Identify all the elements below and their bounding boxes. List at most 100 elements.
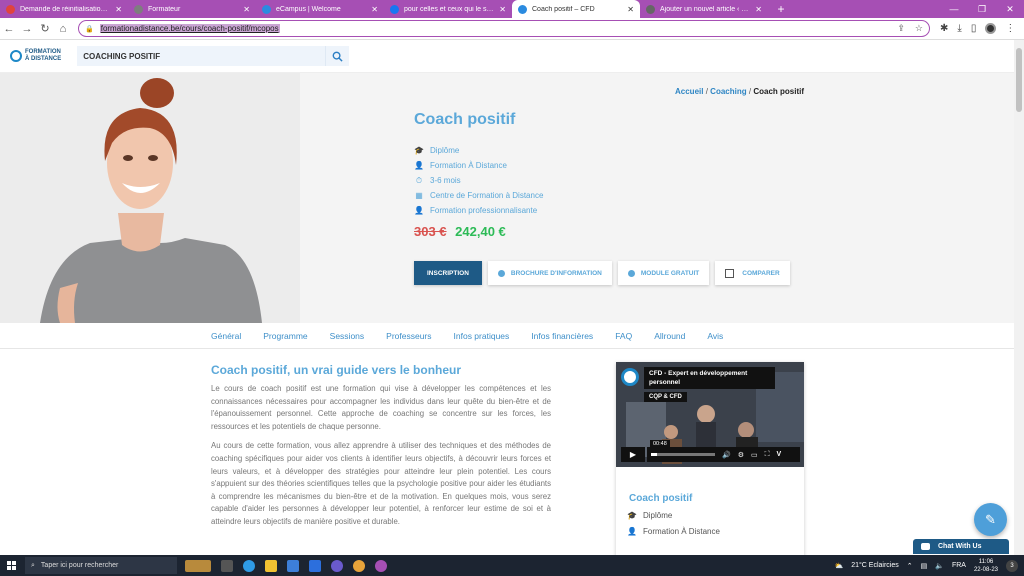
course-meta-text[interactable]: Formation À Distance: [430, 158, 507, 173]
course-tab-link[interactable]: Programme: [263, 331, 307, 341]
compare-button[interactable]: COMPARER: [715, 261, 790, 285]
tab-title: eCampus | Welcome: [276, 5, 341, 13]
course-tab-link[interactable]: Sessions: [330, 331, 365, 341]
card-item-label: Formation À Distance: [643, 527, 720, 536]
back-icon[interactable]: ←: [0, 23, 18, 35]
course-tab-link[interactable]: FAQ: [615, 331, 632, 341]
course-tab-link[interactable]: Allround: [654, 331, 685, 341]
close-tab-icon[interactable]: ✕: [627, 5, 634, 14]
volume-icon[interactable]: 🔊: [722, 451, 731, 459]
content-paragraph-1: Le cours de coach positif est une format…: [211, 384, 551, 431]
download-icon[interactable]: ⤓: [957, 23, 961, 34]
browser-tab[interactable]: Ajouter un nouvel article ‹ Melle ✕: [640, 0, 768, 18]
brochure-button[interactable]: BROCHURE D'INFORMATION: [487, 261, 612, 285]
language-indicator[interactable]: FRA: [952, 562, 966, 569]
course-price: 303 € 242,40 €: [414, 224, 506, 239]
settings-gear-icon[interactable]: ⚙: [738, 451, 744, 459]
search-icon[interactable]: [325, 46, 350, 66]
home-icon[interactable]: ⌂: [54, 23, 72, 35]
mail-icon[interactable]: [287, 559, 299, 572]
chrome-profile-icon[interactable]: [375, 559, 387, 572]
free-module-button[interactable]: MODULE GRATUIT: [617, 261, 710, 285]
reload-icon[interactable]: ↻: [36, 22, 54, 35]
omnibox[interactable]: 🔒 formationadistance.be/cours/coach-posi…: [78, 20, 930, 37]
minimize-button[interactable]: —: [940, 0, 968, 18]
taskbar-news-icon[interactable]: [185, 559, 211, 572]
close-tab-icon[interactable]: ✕: [499, 5, 506, 14]
browser-tab[interactable]: eCampus | Welcome ✕: [256, 0, 384, 18]
weather-icon[interactable]: ⛅: [834, 562, 843, 570]
inscription-button[interactable]: INSCRIPTION: [414, 261, 482, 285]
course-tab-link[interactable]: Professeurs: [386, 331, 431, 341]
play-icon[interactable]: ▶: [621, 447, 645, 462]
taskbar-search-input[interactable]: ⌕ Taper ici pour rechercher: [25, 557, 177, 574]
course-meta-text[interactable]: Diplôme: [430, 143, 459, 158]
course-meta-text[interactable]: 3-6 mois: [430, 173, 461, 188]
course-meta-item: 🎓 Diplôme: [414, 143, 543, 158]
course-meta-list: 🎓 Diplôme 👤 Formation À Distance ⏱ 3-6 mois ▦ C…: [414, 143, 543, 218]
task-view-icon[interactable]: [221, 559, 233, 572]
course-meta-text[interactable]: Formation professionnalisante: [430, 203, 537, 218]
pip-icon[interactable]: ▭: [751, 451, 758, 459]
browser-tab[interactable]: pour celles et ceux qui le souhait ✕: [384, 0, 512, 18]
weather-text[interactable]: 21°C Eclaircies: [851, 562, 899, 569]
bookmark-star-icon[interactable]: ☆: [915, 23, 923, 34]
lock-icon[interactable]: 🔒: [85, 25, 94, 33]
browser-tab[interactable]: Coach positif – CFD ✕: [512, 0, 640, 18]
network-icon[interactable]: ▤: [921, 562, 928, 570]
close-tab-icon[interactable]: ✕: [755, 5, 762, 14]
video-progress-bar[interactable]: [651, 453, 715, 456]
notification-icon[interactable]: 3: [1006, 559, 1018, 572]
close-window-button[interactable]: ✕: [996, 0, 1024, 18]
video-player[interactable]: CFD - Expert en développement personnel …: [616, 362, 804, 467]
extensions-icon[interactable]: ✱: [940, 23, 948, 34]
close-tab-icon[interactable]: ✕: [371, 5, 378, 14]
chat-widget-button[interactable]: Chat With Us: [913, 539, 1009, 554]
browser-tab[interactable]: Formateur ✕: [128, 0, 256, 18]
clock[interactable]: 11:06 22-08-23: [974, 558, 998, 574]
course-tab-link[interactable]: Infos pratiques: [454, 331, 510, 341]
close-tab-icon[interactable]: ✕: [243, 5, 250, 14]
scrollbar-thumb[interactable]: [1016, 48, 1022, 112]
breadcrumb: Accueil / Coaching / Coach positif: [675, 87, 804, 96]
close-tab-icon[interactable]: ✕: [115, 5, 122, 14]
sidebar-icon[interactable]: ▯: [971, 23, 977, 34]
video-title[interactable]: CFD - Expert en développement personnel: [644, 367, 775, 389]
tray-chevron-icon[interactable]: ⌃: [907, 562, 913, 570]
app-icon[interactable]: [331, 559, 343, 572]
breadcrumb-separator: /: [705, 87, 708, 96]
store-icon[interactable]: [309, 559, 321, 572]
share-icon[interactable]: ⇪: [897, 23, 905, 34]
course-tab-link[interactable]: Avis: [707, 331, 723, 341]
breadcrumb-home-link[interactable]: Accueil: [675, 87, 703, 96]
breadcrumb-coaching-link[interactable]: Coaching: [710, 87, 746, 96]
windows-taskbar: ⌕ Taper ici pour rechercher ⛅ 21°C Eclai…: [0, 555, 1024, 576]
new-tab-button[interactable]: +: [772, 0, 790, 18]
maximize-button[interactable]: ❐: [968, 0, 996, 18]
chrome-icon[interactable]: [353, 559, 365, 572]
file-explorer-icon[interactable]: [265, 559, 277, 572]
tab-favicon-icon: [646, 4, 655, 14]
browser-tab[interactable]: Demande de réinitialisation de ✕: [0, 0, 128, 18]
forward-icon[interactable]: →: [18, 23, 36, 35]
menu-kebab-icon[interactable]: ⋮: [1005, 23, 1015, 34]
site-logo[interactable]: FORMATION À DISTANCE: [10, 49, 61, 63]
site-search-input[interactable]: COACHING POSITIF: [77, 46, 326, 66]
course-meta-text[interactable]: Centre de Formation à Distance: [430, 188, 543, 203]
edge-browser-icon[interactable]: [243, 559, 255, 572]
edit-pencil-button[interactable]: ✎: [974, 503, 1007, 536]
vimeo-logo-icon[interactable]: V: [777, 451, 782, 458]
course-tab-link[interactable]: Infos financières: [531, 331, 593, 341]
channel-logo-icon[interactable]: [621, 368, 639, 386]
course-tab-link[interactable]: Général: [211, 331, 241, 341]
page-scrollbar[interactable]: [1014, 40, 1024, 555]
graduation-cap-icon: 🎓: [627, 511, 637, 520]
compare-checkbox[interactable]: [725, 268, 735, 278]
fullscreen-icon[interactable]: ⛶: [765, 451, 770, 459]
card-item-mode: 👤 Formation À Distance: [627, 527, 804, 536]
windows-start-icon[interactable]: [0, 561, 22, 570]
url-text[interactable]: formationadistance.be/cours/coach-positi…: [99, 24, 280, 33]
speaker-icon[interactable]: 🔈: [935, 562, 944, 570]
profile-avatar[interactable]: [985, 23, 997, 34]
graduation-cap-icon: 🎓: [414, 146, 424, 155]
